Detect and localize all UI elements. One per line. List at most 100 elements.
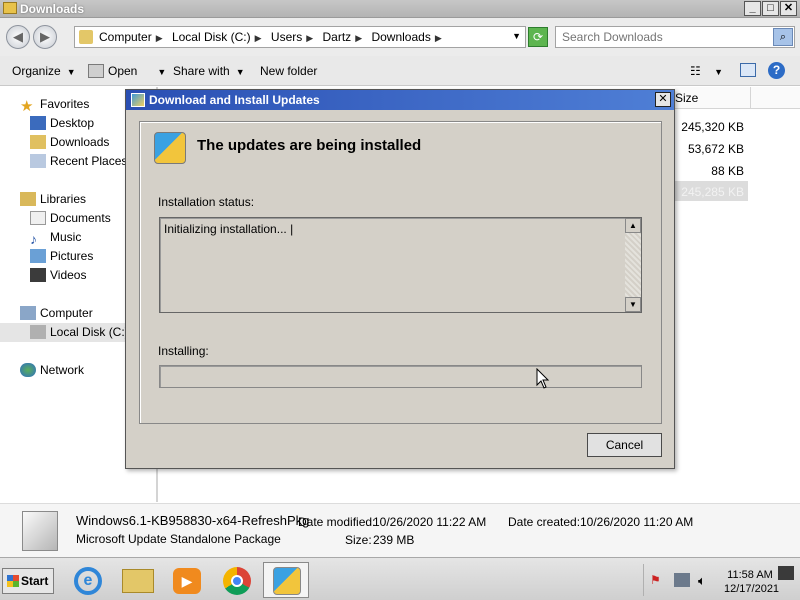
column-divider[interactable] <box>750 87 751 109</box>
dialog-title: Download and Install Updates <box>149 93 320 107</box>
clock-date: 12/17/2021 <box>724 583 780 595</box>
scroll-up-icon[interactable]: ▲ <box>625 218 641 233</box>
file-size[interactable]: 245,320 KB <box>672 120 744 134</box>
folder-icon <box>3 2 17 14</box>
new-folder-button[interactable]: New folder <box>260 64 317 78</box>
chevron-right-icon[interactable]: ▶ <box>306 33 313 43</box>
computer-icon <box>20 306 36 320</box>
scroll-down-icon[interactable]: ▼ <box>625 297 641 312</box>
window-title-bar[interactable]: Downloads _ □ ✕ <box>0 0 800 18</box>
media-player-taskbar-button[interactable]: ▶ <box>163 562 209 598</box>
volume-icon[interactable]: 🔈︎ <box>698 573 714 588</box>
nav-libraries[interactable]: Libraries <box>20 192 86 206</box>
pictures-icon <box>30 249 46 263</box>
size-label: Size: <box>345 533 372 547</box>
chevron-right-icon[interactable]: ▶ <box>355 33 362 43</box>
explorer-taskbar-button[interactable] <box>114 562 160 598</box>
open-button[interactable]: Open ▼ <box>88 64 166 78</box>
nav-recent-places[interactable]: Recent Places <box>30 154 127 168</box>
mouse-cursor-icon <box>536 368 550 389</box>
windows-update-icon <box>131 93 145 107</box>
desktop-icon <box>30 116 46 130</box>
address-bar[interactable]: Computer ▶ Local Disk (C:) ▶ Users ▶ Dartz ▶… <box>74 26 526 48</box>
nav-favorites[interactable]: ★ Favorites <box>20 97 89 115</box>
system-tray: ⚑ 🔈︎ 11:58 AM 12/17/2021 <box>643 564 780 596</box>
nav-documents[interactable]: Documents <box>30 211 111 225</box>
dialog-title-bar[interactable]: Download and Install Updates ✕ <box>126 90 674 110</box>
cancel-button[interactable]: Cancel <box>587 433 662 457</box>
open-icon <box>88 64 104 78</box>
windows-update-taskbar-button[interactable] <box>263 562 309 598</box>
nav-computer[interactable]: Computer <box>20 306 93 320</box>
media-player-icon: ▶ <box>173 568 201 594</box>
date-modified-value: 10/26/2020 11:22 AM <box>373 515 487 529</box>
folder-icon <box>79 30 93 44</box>
show-desktop-icon[interactable] <box>778 566 794 580</box>
windows-update-icon <box>273 567 301 595</box>
breadcrumb: Computer ▶ Local Disk (C:) ▶ Users ▶ Dartz ▶… <box>99 30 448 44</box>
internet-explorer-taskbar-button[interactable]: e <box>64 562 110 598</box>
status-scrollbar[interactable]: ▲ ▼ <box>625 218 641 312</box>
windows-update-icon <box>154 132 186 164</box>
music-icon: ♪ <box>30 231 37 247</box>
chevron-right-icon[interactable]: ▶ <box>435 33 442 43</box>
preview-pane-icon[interactable] <box>740 63 756 77</box>
organize-button[interactable]: Organize ▼ <box>12 64 76 78</box>
breadcrumb-computer[interactable]: Computer <box>99 30 152 44</box>
internet-explorer-icon: e <box>74 567 102 595</box>
share-with-button[interactable]: Share with ▼ <box>173 64 245 78</box>
file-type: Microsoft Update Standalone Package <box>76 532 281 546</box>
start-button[interactable]: Start <box>2 568 54 594</box>
search-box[interactable]: ⌕ <box>555 26 795 48</box>
clock-time: 11:58 AM <box>727 569 773 581</box>
videos-icon <box>30 268 46 282</box>
help-icon[interactable]: ? <box>768 62 785 79</box>
back-button[interactable]: ◀ <box>6 25 30 49</box>
drive-icon <box>30 325 46 339</box>
nav-downloads[interactable]: Downloads <box>30 135 109 149</box>
nav-pictures[interactable]: Pictures <box>30 249 93 263</box>
breadcrumb-dartz[interactable]: Dartz <box>323 30 352 44</box>
installation-status-text: Initializing installation... | <box>164 222 294 236</box>
size-column-header[interactable]: Size <box>675 87 800 109</box>
file-name: Windows6.1-KB958830-x64-RefreshPkg <box>76 513 310 528</box>
dialog-close-button[interactable]: ✕ <box>655 92 671 107</box>
window-title: Downloads <box>20 2 85 16</box>
folder-icon <box>122 569 154 593</box>
network-icon <box>20 363 36 377</box>
close-button[interactable]: ✕ <box>780 1 797 16</box>
minimize-button[interactable]: _ <box>744 1 761 16</box>
nav-music[interactable]: ♪ Music <box>30 230 81 247</box>
file-size[interactable]: 88 KB <box>672 164 744 178</box>
install-progress-bar <box>159 365 642 388</box>
nav-local-disk[interactable]: Local Disk (C:) <box>30 325 129 339</box>
file-size-selected[interactable]: 245,285 KB <box>672 185 744 199</box>
size-header-label: Size <box>675 91 699 105</box>
breadcrumb-local-disk[interactable]: Local Disk (C:) <box>172 30 251 44</box>
chevron-down-icon[interactable]: ▼ <box>512 31 521 41</box>
nav-videos[interactable]: Videos <box>30 268 86 282</box>
breadcrumb-users[interactable]: Users <box>271 30 302 44</box>
forward-button[interactable]: ▶ <box>33 25 57 49</box>
nav-network[interactable]: Network <box>20 363 84 377</box>
maximize-button[interactable]: □ <box>762 1 779 16</box>
chevron-right-icon[interactable]: ▶ <box>255 33 262 43</box>
search-icon[interactable]: ⌕ <box>773 28 793 46</box>
search-input[interactable] <box>556 27 766 47</box>
action-center-icon[interactable]: ⚑ <box>650 573 666 587</box>
installation-status-label: Installation status: <box>158 195 255 209</box>
chevron-right-icon[interactable]: ▶ <box>156 33 163 43</box>
clock[interactable]: 11:58 AM 12/17/2021 <box>724 568 780 596</box>
recent-places-icon <box>30 154 46 168</box>
chrome-taskbar-button[interactable] <box>213 562 259 598</box>
file-size[interactable]: 53,672 KB <box>672 142 744 156</box>
nav-desktop[interactable]: Desktop <box>30 116 94 130</box>
breadcrumb-downloads[interactable]: Downloads <box>371 30 430 44</box>
network-status-icon[interactable] <box>674 573 690 587</box>
taskbar: Start e ▶ ⚑ 🔈︎ 11:58 AM 12/17/2021 <box>0 557 800 600</box>
installation-status-box[interactable]: Initializing installation... | ▲ ▼ <box>159 217 642 313</box>
package-icon <box>22 511 58 551</box>
view-options-icon[interactable]: ☷ ▼ <box>690 64 723 78</box>
date-modified-label: Date modified: <box>298 515 376 529</box>
refresh-button[interactable]: ⟳ <box>528 27 548 47</box>
